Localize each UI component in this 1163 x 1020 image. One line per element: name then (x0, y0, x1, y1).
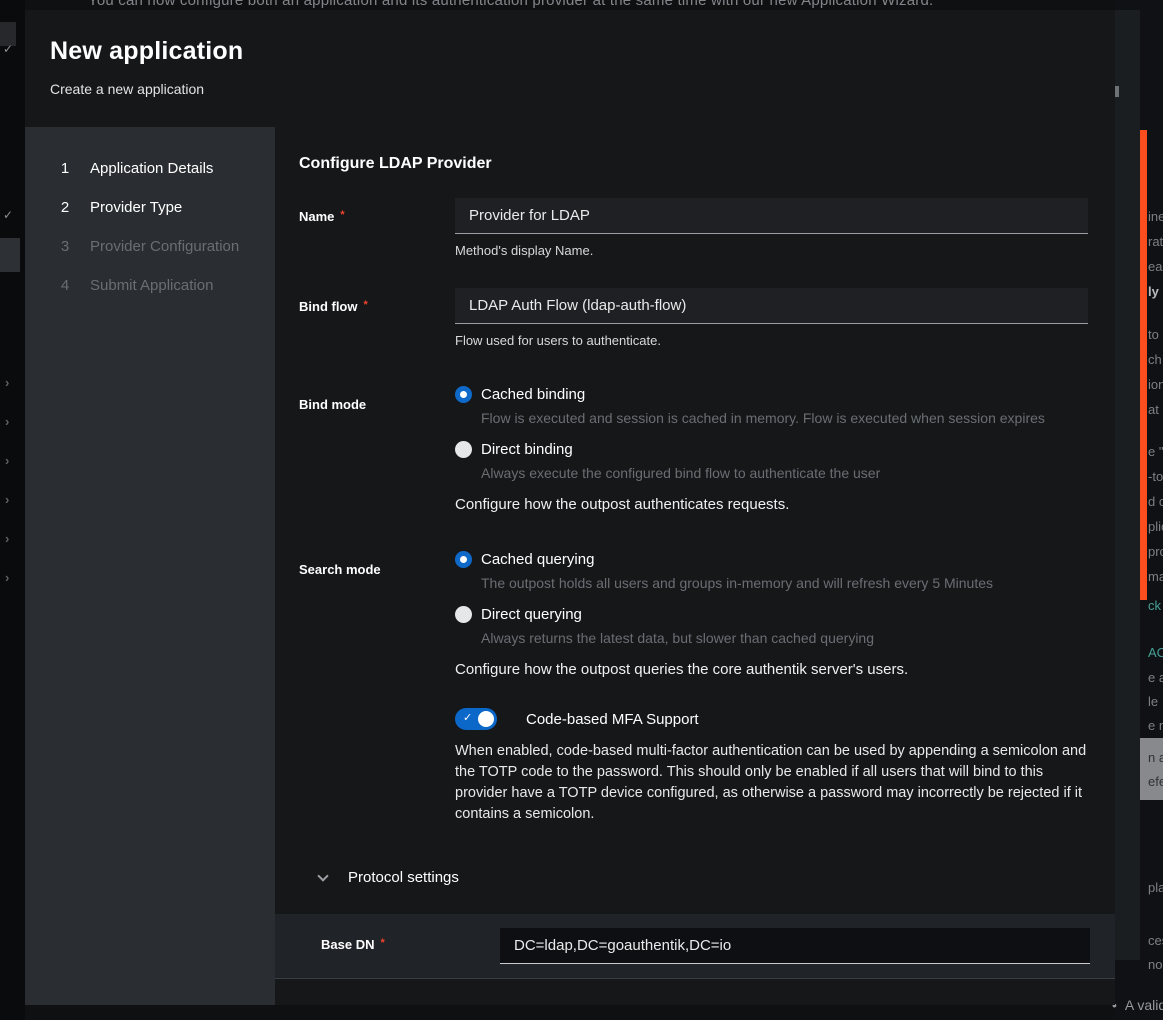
search-mode-footer: Configure how the outpost queries the co… (455, 661, 1088, 678)
wizard-step-provider-type[interactable]: 2 Provider Type (25, 188, 275, 227)
check-icon: ✓ (3, 42, 13, 56)
radio-cached-querying[interactable]: Cached querying (455, 551, 1088, 568)
modal-title: New application (50, 37, 1115, 66)
wizard-step-application-details[interactable]: 1 Application Details (25, 149, 275, 188)
required-asterisk: * (340, 209, 344, 221)
radio-selected-icon (455, 551, 472, 568)
bind-flow-label: Bind flow (299, 299, 358, 314)
mfa-label: Code-based MFA Support (526, 711, 699, 728)
backdrop-right-column: ine rat ea ly a to ch ion at e "c -to d … (1115, 0, 1163, 1020)
chevron-right-icon: › (5, 375, 9, 390)
mfa-toggle[interactable]: ✓ Code-based MFA Support (455, 708, 1088, 730)
base-dn-label: Base DN (321, 937, 374, 952)
modal-subtitle: Create a new application (50, 81, 1115, 97)
chevron-right-icon: › (5, 492, 9, 507)
mfa-help: When enabled, code-based multi-factor au… (455, 741, 1088, 825)
bind-flow-input[interactable] (455, 288, 1088, 324)
new-application-modal: New application Create a new application… (25, 10, 1115, 1005)
bind-flow-form-row: Bind flow * Flow used for users to authen… (275, 288, 1115, 348)
protocol-settings-label: Protocol settings (348, 869, 459, 886)
required-asterisk: * (364, 299, 368, 311)
protocol-settings-toggle[interactable]: Protocol settings (319, 869, 1115, 886)
wizard-step-submit-application: 4 Submit Application (25, 266, 275, 305)
backdrop-bullet-line: •A valid Launch UR (1112, 997, 1163, 1013)
backdrop-left-sidebar: ✓ ✓ › › › › › › (0, 0, 25, 1020)
modal-header: New application Create a new application (25, 10, 1115, 127)
chevron-right-icon: › (5, 531, 9, 546)
wizard-content: Configure LDAP Provider Name * Method's d… (275, 127, 1115, 1005)
name-input[interactable] (455, 198, 1088, 234)
radio-cached-binding[interactable]: Cached binding (455, 386, 1088, 403)
bind-mode-form-row: Bind mode Cached binding Flow is execute… (275, 386, 1115, 513)
name-help: Method's display Name. (455, 243, 1088, 258)
chevron-right-icon: › (5, 414, 9, 429)
name-label: Name (299, 209, 334, 224)
chevron-down-icon (317, 870, 328, 881)
radio-unselected-icon (455, 441, 472, 458)
bind-mode-footer: Configure how the outpost authenticates … (455, 496, 1088, 513)
radio-direct-querying[interactable]: Direct querying (455, 606, 1088, 623)
toggle-on-icon: ✓ (455, 708, 497, 730)
bind-flow-help: Flow used for users to authenticate. (455, 333, 1088, 348)
wizard-steps-sidebar: 1 Application Details 2 Provider Type 3 … (25, 127, 275, 1005)
content-heading: Configure LDAP Provider (299, 155, 1115, 173)
check-icon: ✓ (3, 208, 13, 222)
bind-mode-label: Bind mode (299, 386, 455, 513)
radio-unselected-icon (455, 606, 472, 623)
required-asterisk: * (380, 937, 384, 949)
sidebar-active-item-partial (0, 238, 20, 272)
backdrop-highlight-box: n a efe (1140, 738, 1163, 800)
backdrop-banner-text: You can now configure both an applicatio… (88, 0, 933, 9)
chevron-right-icon: › (5, 453, 9, 468)
mfa-form-row: ✓ Code-based MFA Support When enabled, c… (275, 708, 1115, 825)
wizard-step-provider-configuration: 3 Provider Configuration (25, 227, 275, 266)
radio-direct-binding[interactable]: Direct binding (455, 441, 1088, 458)
wizard-footer: Back Submit Cancel (275, 979, 1115, 1005)
search-mode-label: Search mode (299, 551, 455, 678)
chevron-right-icon: › (5, 570, 9, 585)
notification-accent-bar (1140, 130, 1147, 600)
radio-selected-icon (455, 386, 472, 403)
base-dn-input[interactable] (500, 928, 1090, 964)
search-mode-form-row: Search mode Cached querying The outpost … (275, 551, 1115, 678)
name-form-row: Name * Method's display Name. (275, 198, 1115, 258)
base-dn-form-row: Base DN * (275, 914, 1115, 979)
